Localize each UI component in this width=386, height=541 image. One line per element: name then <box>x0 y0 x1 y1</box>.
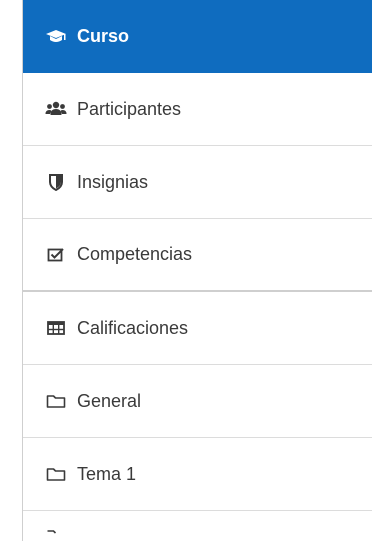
nav-item-label: Participantes <box>77 98 182 119</box>
checkbox-icon <box>45 244 67 266</box>
folder-icon <box>45 463 67 485</box>
nav-item-competencias[interactable]: Competencias <box>23 219 372 292</box>
table-icon <box>45 317 67 339</box>
nav-item-label: Tema 1 <box>77 463 137 484</box>
nav-item-label: Calificaciones <box>77 317 189 338</box>
users-icon <box>45 98 67 120</box>
page: Curso Participantes Insignias Competenci… <box>0 0 386 541</box>
graduation-cap-icon <box>45 26 67 48</box>
nav-item-insignias[interactable]: Insignias <box>23 146 372 219</box>
course-nav-drawer: Curso Participantes Insignias Competenci… <box>22 0 372 541</box>
nav-item-general[interactable]: General <box>23 365 372 438</box>
folder-icon <box>45 515 67 537</box>
nav-item-label: Competencias <box>77 244 193 264</box>
nav-item-next-partial[interactable] <box>23 511 372 541</box>
nav-item-participantes[interactable]: Participantes <box>23 73 372 146</box>
nav-item-label: Insignias <box>77 171 149 192</box>
nav-item-label: General <box>77 390 142 411</box>
nav-item-label: Curso <box>77 26 130 46</box>
nav-item-calificaciones[interactable]: Calificaciones <box>23 292 372 365</box>
folder-icon <box>45 390 67 412</box>
shield-icon <box>45 171 67 193</box>
nav-item-curso[interactable]: Curso <box>23 0 372 73</box>
nav-item-tema-1[interactable]: Tema 1 <box>23 438 372 511</box>
